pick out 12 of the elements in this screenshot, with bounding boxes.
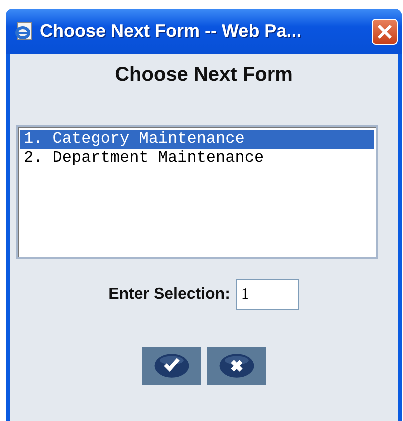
ok-button[interactable]: [142, 347, 201, 385]
close-icon: [377, 24, 393, 40]
close-button[interactable]: [372, 18, 398, 44]
form-list[interactable]: 1. Category Maintenance 2. Department Maintenance: [16, 125, 378, 259]
cancel-button[interactable]: [207, 347, 266, 385]
browser-icon: [14, 22, 34, 42]
selection-field[interactable]: 1: [236, 279, 300, 310]
dialog-heading: Choose Next Form: [115, 64, 293, 87]
list-option[interactable]: 2. Department Maintenance: [20, 149, 374, 168]
list-option[interactable]: 1. Category Maintenance: [20, 130, 374, 149]
window-title: Choose Next Form -- Web Pa...: [40, 21, 303, 42]
selection-label: Enter Selection:: [108, 286, 230, 304]
